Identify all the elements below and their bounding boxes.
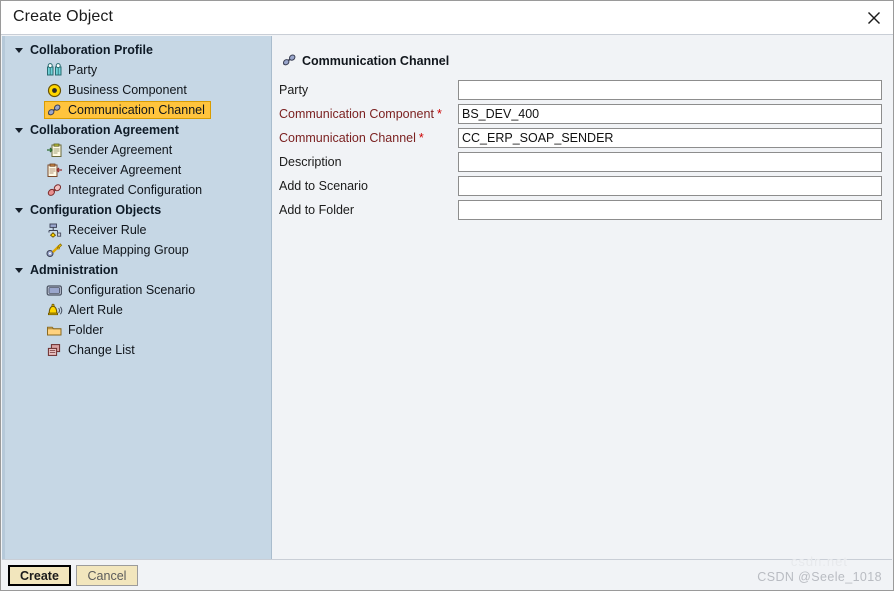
party-icon (46, 62, 63, 78)
sidebar-item-label: Receiver Agreement (68, 163, 182, 177)
tree-group-administration[interactable]: Administration (2, 260, 271, 280)
tree-group-label: Configuration Objects (30, 203, 162, 217)
tree-group-collaboration-agreement[interactable]: Collaboration Agreement (2, 120, 271, 140)
sidebar-item-sender-agreement[interactable]: Sender Agreement (2, 140, 271, 160)
field-label-add-to-folder: Add to Folder (279, 203, 354, 217)
cancel-button[interactable]: Cancel (76, 565, 138, 586)
add-to-scenario-input[interactable] (458, 176, 882, 196)
sidebar-item-receiver-rule[interactable]: Receiver Rule (2, 220, 271, 240)
field-label-text: Description (279, 155, 342, 169)
panel-heading-label: Communication Channel (302, 53, 450, 68)
tree-group-label: Collaboration Agreement (30, 123, 179, 137)
field-label-add-to-scenario: Add to Scenario (279, 179, 368, 193)
folder-icon (46, 322, 63, 338)
form-row-add-to-folder: Add to Folder (273, 200, 893, 223)
create-button[interactable]: Create (8, 565, 71, 586)
sidebar-item-folder[interactable]: Folder (2, 320, 271, 340)
sidebar-item-communication-channel[interactable]: Communication Channel (2, 100, 271, 120)
sidebar-item-label: Value Mapping Group (68, 243, 189, 257)
object-properties-panel: Communication Channel Party Communication… (273, 36, 893, 561)
sidebar-item-label: Sender Agreement (68, 143, 173, 157)
description-input[interactable] (458, 152, 882, 172)
sidebar-item-label: Folder (68, 323, 104, 337)
add-to-folder-input[interactable] (458, 200, 882, 220)
integrated-configuration-icon (46, 182, 63, 198)
sidebar-item-change-list[interactable]: Change List (2, 340, 271, 360)
dialog-titlebar: Create Object (1, 1, 893, 35)
value-mapping-group-icon (46, 242, 63, 258)
communication-channel-input[interactable] (458, 128, 882, 148)
form-row-description: Description (273, 152, 893, 175)
properties-form: PartyCommunication Component*Communicati… (273, 80, 893, 224)
business-component-icon (46, 82, 63, 98)
receiver-rule-icon (46, 222, 63, 238)
object-type-tree[interactable]: Collaboration Profile Party Business Com… (2, 36, 272, 561)
field-label-communication-channel: Communication Channel * (279, 131, 424, 145)
sidebar-item-receiver-agreement[interactable]: Receiver Agreement (2, 160, 271, 180)
tree-group-configuration-objects[interactable]: Configuration Objects (2, 200, 271, 220)
chevron-down-icon[interactable] (12, 203, 26, 217)
sidebar-item-business-component[interactable]: Business Component (2, 80, 271, 100)
panel-heading: Communication Channel (279, 52, 449, 69)
form-row-communication-channel: Communication Channel * (273, 128, 893, 151)
field-label-description: Description (279, 155, 342, 169)
field-label-text: Communication Component (279, 107, 434, 121)
sidebar-item-label: Receiver Rule (68, 223, 147, 237)
required-marker: * (436, 107, 442, 121)
change-list-icon (46, 342, 63, 358)
form-row-communication-component: Communication Component * (273, 104, 893, 127)
receiver-agreement-icon (46, 162, 63, 178)
form-row-add-to-scenario: Add to Scenario (273, 176, 893, 199)
sidebar-item-label: Party (68, 63, 98, 77)
field-label-text: Communication Channel (279, 131, 416, 145)
sidebar-item-value-mapping-group[interactable]: Value Mapping Group (2, 240, 271, 260)
sidebar-item-label: Configuration Scenario (68, 283, 196, 297)
field-label-text: Party (279, 83, 309, 97)
sidebar-item-label: Change List (68, 343, 135, 357)
communication-channel-icon (279, 52, 299, 69)
sidebar-item-label: Communication Channel (68, 103, 205, 117)
field-label-text: Add to Scenario (279, 179, 368, 193)
dialog-footer: Create Cancel csdn.net CSDN @Seele_1018 (2, 554, 892, 589)
sidebar-item-alert-rule[interactable]: Alert Rule (2, 300, 271, 320)
field-label-party: Party (279, 83, 308, 97)
sidebar-item-integrated-configuration[interactable]: Integrated Configuration (2, 180, 271, 200)
communication-channel-icon (46, 102, 63, 118)
sidebar-item-label: Integrated Configuration (68, 183, 203, 197)
required-marker: * (418, 131, 424, 145)
sidebar-item-label: Business Component (68, 83, 187, 97)
field-label-communication-component: Communication Component * (279, 107, 442, 121)
sender-agreement-icon (46, 142, 63, 158)
watermark: CSDN @Seele_1018 (757, 570, 882, 584)
tree-group-label: Collaboration Profile (30, 43, 153, 57)
chevron-down-icon[interactable] (12, 43, 26, 57)
party-input[interactable] (458, 80, 882, 100)
sidebar-item-configuration-scenario[interactable]: Configuration Scenario (2, 280, 271, 300)
sidebar-item-label: Alert Rule (68, 303, 123, 317)
chevron-down-icon[interactable] (12, 263, 26, 277)
tree-group-collaboration-profile[interactable]: Collaboration Profile (2, 40, 271, 60)
configuration-scenario-icon (46, 282, 63, 298)
sidebar-item-party[interactable]: Party (2, 60, 271, 80)
tree-group-label: Administration (30, 263, 119, 277)
close-icon[interactable] (861, 5, 887, 31)
tree-root: Collaboration Profile Party Business Com… (2, 40, 271, 360)
field-label-text: Add to Folder (279, 203, 355, 217)
alert-rule-icon (46, 302, 63, 318)
create-object-dialog: Create Object Collaboration Profile Part… (0, 0, 894, 591)
form-row-party: Party (273, 80, 893, 103)
chevron-down-icon[interactable] (12, 123, 26, 137)
page-title: Create Object (13, 8, 114, 25)
communication-component-input[interactable] (458, 104, 882, 124)
watermark-ghost: csdn.net (790, 554, 848, 569)
